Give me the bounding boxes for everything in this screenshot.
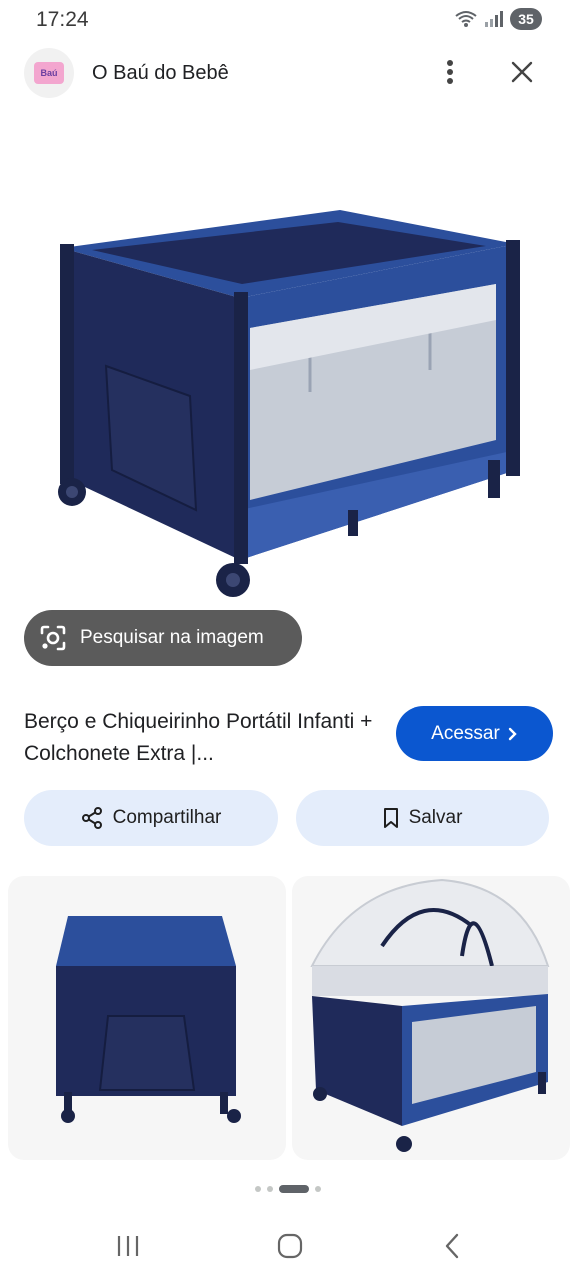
lens-label: Pesquisar na imagem	[80, 627, 264, 648]
nav-bar	[0, 1212, 576, 1280]
site-logo-text: Baú	[34, 62, 64, 84]
related-image-1[interactable]	[8, 876, 286, 1160]
close-icon	[511, 61, 533, 83]
share-icon	[81, 807, 102, 829]
save-label: Salvar	[408, 807, 463, 828]
lens-icon	[40, 625, 66, 651]
product-image[interactable]	[30, 180, 546, 610]
back-button[interactable]	[430, 1224, 474, 1268]
battery-icon: 35	[510, 8, 542, 30]
visit-button[interactable]: Acessar	[396, 706, 553, 761]
home-icon	[277, 1233, 303, 1259]
home-button[interactable]	[268, 1224, 312, 1268]
recents-button[interactable]	[106, 1224, 150, 1268]
related-crib-image-1	[56, 916, 241, 1123]
status-icons: 35	[454, 8, 542, 30]
header: Baú O Baú do Bebê	[0, 44, 576, 104]
pager	[0, 1182, 576, 1196]
pager-dot[interactable]	[315, 1186, 321, 1192]
wifi-icon	[455, 11, 477, 27]
status-time: 17:24	[36, 8, 89, 31]
save-button[interactable]: Salvar	[296, 790, 549, 846]
related-crib-image-2	[310, 878, 550, 1152]
result-title[interactable]: Berço e Chiqueirinho Portátil Infanti + …	[24, 706, 384, 770]
recents-icon	[117, 1236, 139, 1256]
pager-dot[interactable]	[267, 1186, 273, 1192]
chevron-right-icon	[508, 727, 517, 740]
site-logo[interactable]: Baú	[24, 48, 74, 98]
pager-dot-active[interactable]	[279, 1185, 309, 1193]
visit-label: Acessar	[431, 722, 500, 744]
related-image-2[interactable]	[292, 876, 570, 1160]
site-name[interactable]: O Baú do Bebê	[92, 62, 229, 85]
status-bar: 17:24 35	[0, 0, 576, 40]
back-icon	[445, 1233, 459, 1259]
close-button[interactable]	[504, 54, 540, 90]
more-vert-icon	[447, 60, 453, 84]
pager-dot[interactable]	[255, 1186, 261, 1192]
share-label: Compartilhar	[112, 807, 222, 828]
share-button[interactable]: Compartilhar	[24, 790, 278, 846]
signal-icon	[485, 11, 503, 27]
search-in-image-button[interactable]: Pesquisar na imagem	[24, 610, 302, 666]
more-options-button[interactable]	[432, 54, 468, 90]
bookmark-icon	[383, 808, 398, 828]
